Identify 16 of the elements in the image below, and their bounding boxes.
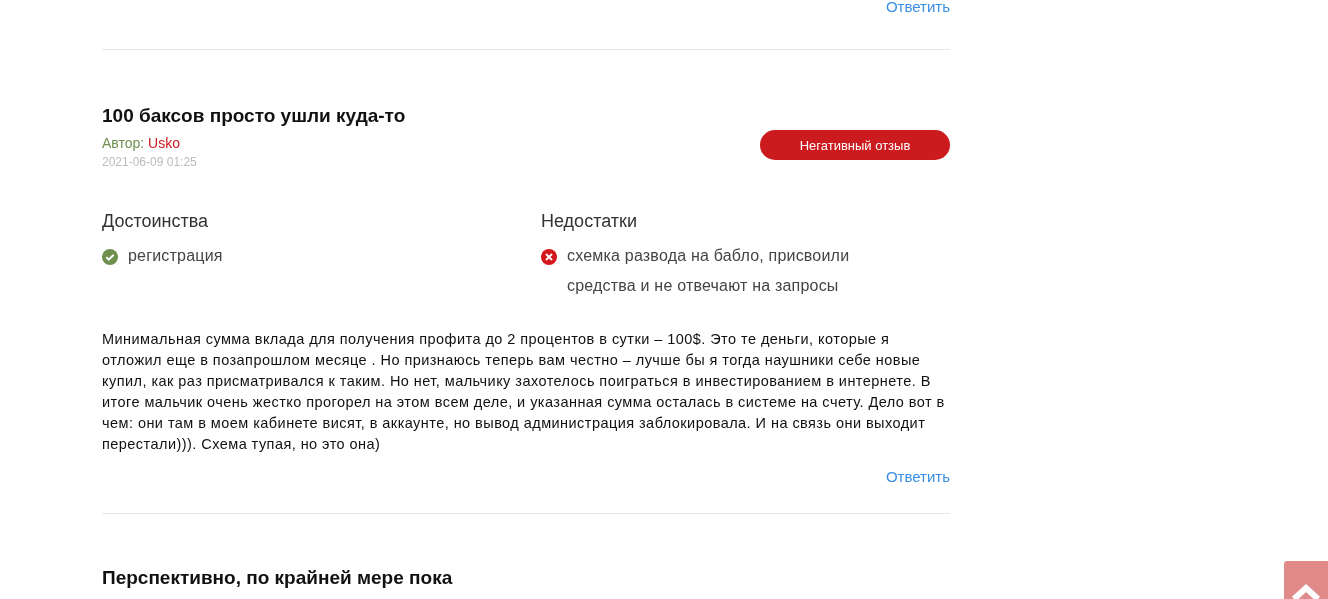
review-title: 100 баксов просто ушли куда-то [102,104,407,128]
cons-heading: Недостатки [541,210,638,233]
pros-item: регистрация [128,246,223,266]
review-text: Минимальная сумма вклада для получения профита до 2 процентов в сутки – 100$. Это те деньги, которые я отложил еще в позапрошлом месяце . Но признаюсь теперь вам честно – лучше бы я тогда наушники себе новые купил, как раз присматривался к таким. Но нет, мальчику захотелось поиграться в инвестированием в интернете. В итоге мальчик очень жестко прогорел на этом всем деле, и указанная сумма осталась в системе на счету. Дело вот в чем: они там в моем кабинете висят, в аккаунте, но вывод администрация заблокировала. И на связь они выходит перестали))). Схема тупая, но это она) [102,330,946,454]
review-date: 2021-06-09 01:25 [102,154,197,171]
reply-link[interactable]: Ответить [885,468,950,485]
reply-link[interactable]: Ответить [885,0,950,15]
cross-icon [541,249,557,265]
review-title: Перспективно, по крайней мере пока [102,568,454,588]
author-line: Автор: Usko [102,134,181,153]
cons-item: схемка развода на бабло, присвоили средства и не отвечают на запросы [567,246,851,296]
pros-heading: Достоинства [102,210,210,233]
chevron-up-icon [1292,583,1320,599]
scroll-top-button[interactable] [1284,561,1328,599]
check-icon [102,249,118,265]
review-type-badge: Негативный отзыв [760,130,950,160]
